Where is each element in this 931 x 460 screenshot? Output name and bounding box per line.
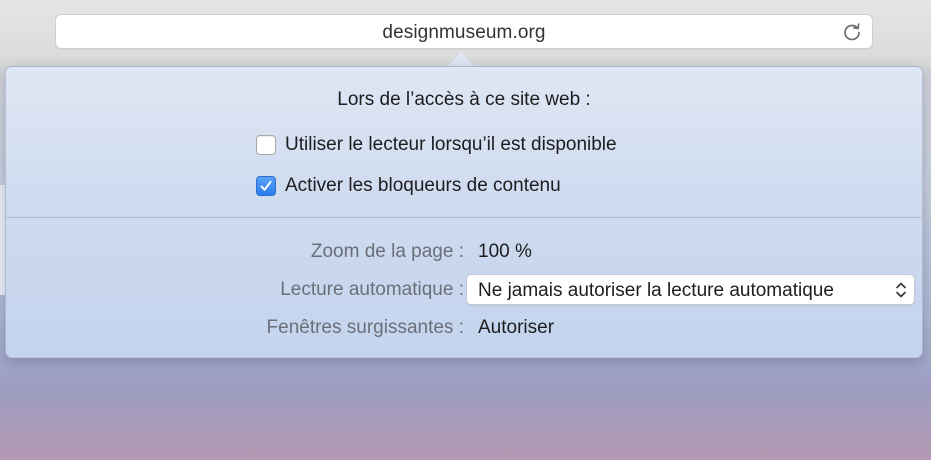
website-settings-popover: Lors de l’accès à ce site web : Utiliser… [5,66,923,358]
autoplay-select-value[interactable]: Ne jamais autoriser la lecture automatiq… [478,280,834,302]
content-blockers-option[interactable]: Activer les bloqueurs de contenu [256,174,561,198]
divider [6,217,922,218]
zoom-label: Zoom de la page : [310,241,464,262]
content-blockers-checkbox[interactable] [256,176,276,196]
content-blockers-label[interactable]: Activer les bloqueurs de contenu [285,175,561,197]
popover-title: Lors de l’accès à ce site web : [337,89,591,110]
reader-checkbox[interactable] [256,135,276,155]
reader-option[interactable]: Utiliser le lecteur lorsqu’il est dispon… [256,133,617,157]
popover-arrow [447,52,475,67]
autoplay-select[interactable]: Ne jamais autoriser la lecture automatiq… [466,274,915,305]
zoom-value[interactable]: 100 % [478,241,532,263]
autoplay-label: Lecture automatique : [280,279,464,300]
reload-icon[interactable] [841,21,863,43]
address-bar[interactable]: designmuseum.org [55,14,873,49]
chevron-up-down-icon [896,282,906,298]
reader-option-label[interactable]: Utiliser le lecteur lorsqu’il est dispon… [285,134,617,156]
address-text[interactable]: designmuseum.org [56,22,872,44]
checkmark-icon [260,180,272,191]
popups-value[interactable]: Autoriser [478,317,554,339]
popups-label: Fenêtres surgissantes : [266,317,464,338]
